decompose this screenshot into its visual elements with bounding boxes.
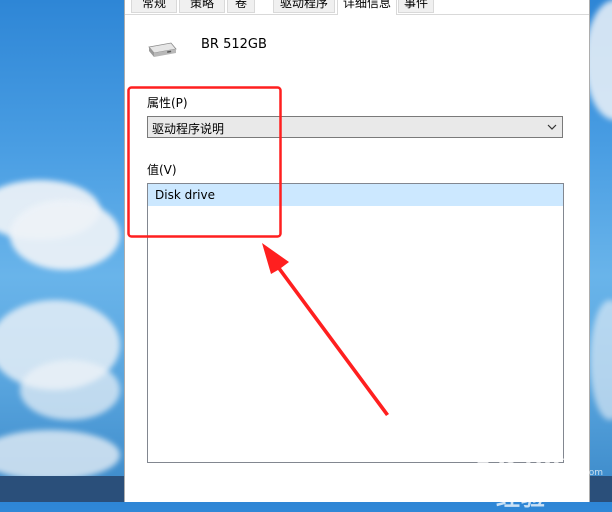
disk-drive-icon bbox=[148, 42, 177, 57]
property-dropdown[interactable]: 驱动程序说明 bbox=[147, 116, 563, 138]
list-item[interactable]: Disk drive bbox=[148, 184, 563, 206]
list-item-text: Disk drive bbox=[155, 188, 215, 202]
device-name: BR 512GB bbox=[201, 37, 267, 52]
property-label: 属性(P) bbox=[147, 96, 188, 110]
tab-driver[interactable]: 驱动程序 bbox=[273, 0, 335, 13]
tab-strip: 常规 策略 卷 驱动程序 详细信息 事件 bbox=[125, 0, 589, 15]
tab-events[interactable]: 事件 bbox=[398, 0, 434, 13]
value-listbox[interactable]: Disk drive bbox=[147, 183, 564, 463]
value-label: 值(V) bbox=[147, 163, 177, 177]
watermark-text: Baidu经验 bbox=[496, 448, 581, 511]
tab-details[interactable]: 详细信息 bbox=[337, 0, 397, 15]
watermark-subtext: jingyan.baidu.com bbox=[520, 468, 604, 478]
paw-logo-icon bbox=[472, 449, 496, 471]
chevron-down-icon bbox=[547, 124, 557, 130]
tab-volume[interactable]: 卷 bbox=[227, 0, 255, 13]
tab-general[interactable]: 常规 bbox=[131, 0, 177, 13]
property-selected-value: 驱动程序说明 bbox=[152, 122, 225, 136]
baidu-watermark: Baidu经验 jingyan.baidu.com bbox=[470, 446, 603, 511]
tab-policy[interactable]: 策略 bbox=[179, 0, 225, 13]
device-properties-dialog: 常规 策略 卷 驱动程序 详细信息 事件 BR 512GB 属性(P) 驱动程序… bbox=[124, 0, 590, 502]
